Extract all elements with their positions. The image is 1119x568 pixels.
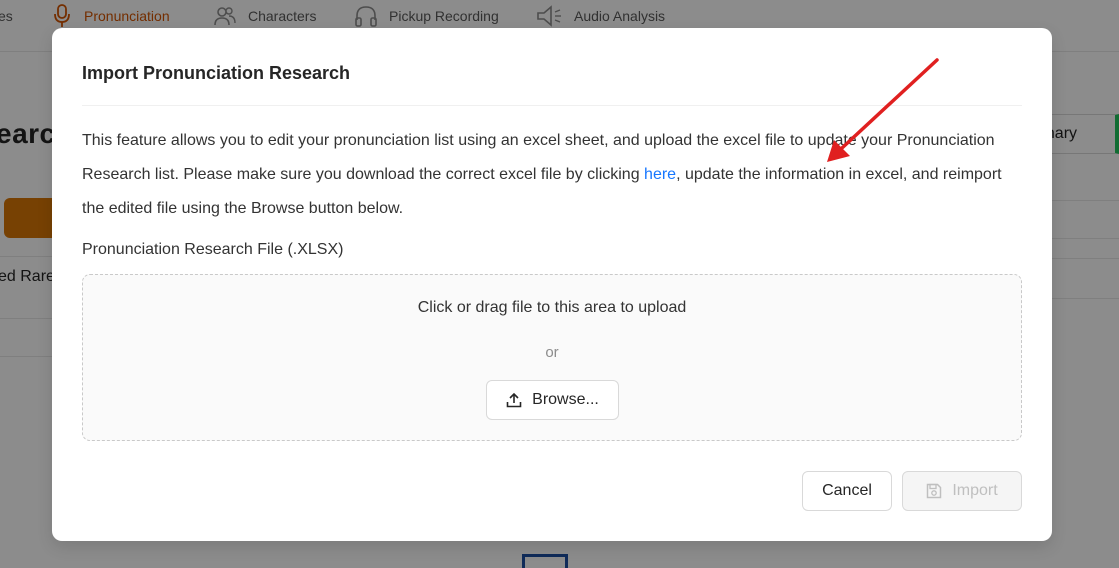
cancel-button[interactable]: Cancel — [802, 471, 892, 511]
dropzone-or: or — [545, 344, 559, 361]
dialog-divider — [82, 105, 1022, 106]
import-button-label: Import — [952, 482, 998, 499]
upload-dropzone[interactable]: Click or drag file to this area to uploa… — [82, 274, 1022, 441]
download-template-link[interactable]: here — [644, 166, 676, 183]
browse-button-label: Browse... — [532, 391, 599, 408]
import-button[interactable]: Import — [902, 471, 1022, 511]
file-field-label: Pronunciation Research File (.XLSX) — [82, 241, 344, 258]
save-icon — [927, 483, 942, 499]
dialog-description: This feature allows you to edit your pro… — [82, 124, 1027, 226]
browse-button[interactable]: Browse... — [486, 380, 619, 420]
import-dialog: Import Pronunciation Research This featu… — [52, 28, 1052, 541]
upload-icon — [506, 392, 522, 408]
dropzone-title: Click or drag file to this area to uploa… — [417, 299, 687, 316]
cancel-button-label: Cancel — [822, 482, 872, 499]
dialog-title: Import Pronunciation Research — [82, 63, 351, 83]
